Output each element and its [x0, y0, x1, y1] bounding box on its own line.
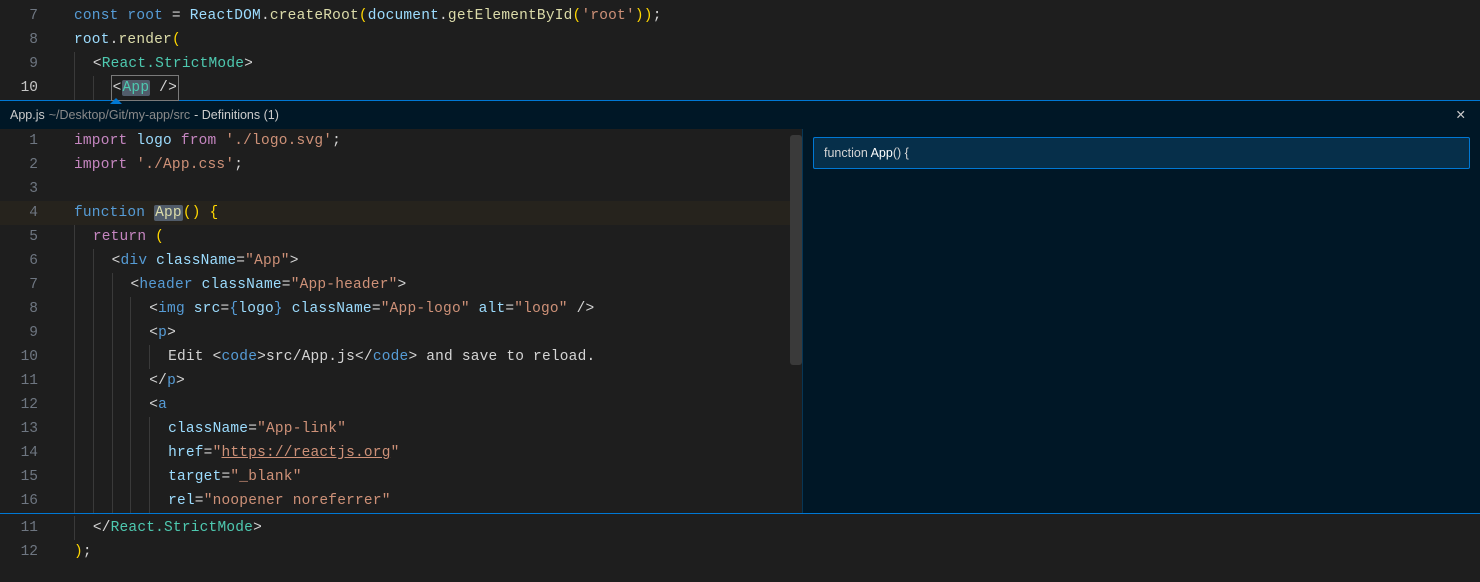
code-content[interactable]: className="App-link": [56, 417, 346, 441]
code-content[interactable]: </p>: [56, 369, 185, 393]
line-number: 6: [0, 249, 56, 273]
code-content[interactable]: <div className="App">: [56, 249, 299, 273]
line-number: 11: [0, 516, 56, 540]
definition-list-item[interactable]: function App() {: [813, 137, 1470, 169]
code-line[interactable]: 7const root = ReactDOM.createRoot(docume…: [0, 4, 1480, 28]
code-line[interactable]: 7 <header className="App-header">: [0, 273, 802, 297]
main-editor-upper[interactable]: 7const root = ReactDOM.createRoot(docume…: [0, 0, 1480, 100]
code-content[interactable]: href="https://reactjs.org": [56, 441, 400, 465]
line-number: 12: [0, 540, 56, 564]
code-line[interactable]: 8root.render(: [0, 28, 1480, 52]
code-content[interactable]: <header className="App-header">: [56, 273, 406, 297]
peek-filename[interactable]: App.js: [10, 103, 45, 127]
code-line[interactable]: 11 </p>: [0, 369, 802, 393]
line-number: 4: [0, 201, 56, 225]
code-line[interactable]: 6 <div className="App">: [0, 249, 802, 273]
code-content[interactable]: <a: [56, 393, 167, 417]
code-content[interactable]: <p>: [56, 321, 176, 345]
code-content[interactable]: Edit <code>src/App.js</code> and save to…: [56, 345, 595, 369]
peek-definitions-panel: App.js ~/Desktop/Git/my-app/src - Defini…: [0, 100, 1480, 514]
code-content[interactable]: function App() {: [56, 201, 218, 225]
line-number: 5: [0, 225, 56, 249]
code-line[interactable]: 10 <App />: [0, 76, 1480, 100]
line-number: 10: [0, 76, 56, 100]
code-line[interactable]: 9 <p>: [0, 321, 802, 345]
line-number: 10: [0, 345, 56, 369]
code-content[interactable]: <img src={logo} className="App-logo" alt…: [56, 297, 594, 321]
close-icon[interactable]: ✕: [1452, 101, 1470, 129]
line-number: 13: [0, 417, 56, 441]
line-number: 12: [0, 393, 56, 417]
scrollbar-thumb[interactable]: [790, 135, 802, 365]
editor-root: 7const root = ReactDOM.createRoot(docume…: [0, 0, 1480, 582]
code-content[interactable]: return (: [56, 225, 164, 249]
code-line[interactable]: 1import logo from './logo.svg';: [0, 129, 802, 153]
code-line[interactable]: 12);: [0, 540, 1480, 564]
code-line[interactable]: 10 Edit <code>src/App.js</code> and save…: [0, 345, 802, 369]
code-content[interactable]: </React.StrictMode>: [56, 516, 262, 540]
code-line[interactable]: 9 <React.StrictMode>: [0, 52, 1480, 76]
line-number: 3: [0, 177, 56, 201]
code-content[interactable]: import logo from './logo.svg';: [56, 129, 341, 153]
line-number: 8: [0, 297, 56, 321]
line-number: 1: [0, 129, 56, 153]
code-line[interactable]: 14 href="https://reactjs.org": [0, 441, 802, 465]
code-content[interactable]: <React.StrictMode>: [56, 52, 253, 76]
line-number: 7: [0, 4, 56, 28]
line-number: 11: [0, 369, 56, 393]
code-content[interactable]: root.render(: [56, 28, 181, 52]
line-number: 7: [0, 273, 56, 297]
line-number: 9: [0, 321, 56, 345]
code-content[interactable]: target="_blank": [56, 465, 302, 489]
code-line[interactable]: 12 <a: [0, 393, 802, 417]
code-content[interactable]: rel="noopener noreferrer": [56, 489, 391, 513]
code-line[interactable]: 8 <img src={logo} className="App-logo" a…: [0, 297, 802, 321]
peek-anchor-caret: [110, 98, 122, 104]
code-line[interactable]: 5 return (: [0, 225, 802, 249]
code-line[interactable]: 13 className="App-link": [0, 417, 802, 441]
code-line[interactable]: 15 target="_blank": [0, 465, 802, 489]
code-content[interactable]: );: [56, 540, 92, 564]
peek-definitions-list: function App() {: [802, 129, 1480, 513]
line-number: 8: [0, 28, 56, 52]
code-line[interactable]: 4function App() {: [0, 201, 802, 225]
line-number: 16: [0, 489, 56, 513]
line-number: 14: [0, 441, 56, 465]
code-line[interactable]: 16 rel="noopener noreferrer": [0, 489, 802, 513]
line-number: 2: [0, 153, 56, 177]
code-content[interactable]: import './App.css';: [56, 153, 243, 177]
code-line[interactable]: 3: [0, 177, 802, 201]
peek-header: App.js ~/Desktop/Git/my-app/src - Defini…: [0, 101, 1480, 129]
code-line[interactable]: 11 </React.StrictMode>: [0, 516, 1480, 540]
peek-filepath: ~/Desktop/Git/my-app/src: [49, 103, 190, 127]
code-line[interactable]: 2import './App.css';: [0, 153, 802, 177]
peek-editor[interactable]: 1import logo from './logo.svg';2import '…: [0, 129, 802, 513]
main-editor-lower[interactable]: 11 </React.StrictMode>12);: [0, 514, 1480, 564]
code-content[interactable]: const root = ReactDOM.createRoot(documen…: [56, 4, 662, 28]
peek-suffix: - Definitions (1): [194, 103, 279, 127]
line-number: 9: [0, 52, 56, 76]
line-number: 15: [0, 465, 56, 489]
